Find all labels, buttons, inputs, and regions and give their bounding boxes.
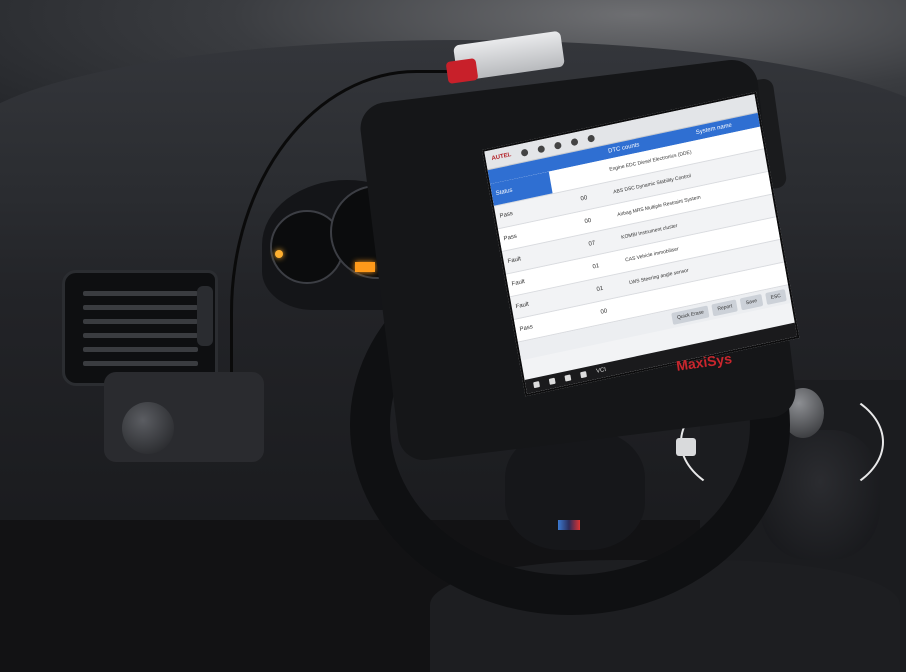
camera-icon[interactable]: [564, 374, 572, 382]
brand-label: AUTEL: [491, 152, 512, 163]
settings-icon: [553, 140, 562, 150]
warning-light: [275, 250, 283, 258]
vci-red-connector: [445, 58, 479, 84]
row-count: 00: [584, 217, 592, 226]
row-status: Pass: [519, 324, 534, 333]
row-status: Fault: [511, 278, 526, 288]
row-count: 01: [592, 263, 600, 271]
print-icon: [570, 137, 579, 146]
car-interior-photo: AUTEL DTC counts System name Status Engi…: [0, 0, 906, 672]
vent-slat: [83, 305, 198, 310]
back-icon[interactable]: [533, 381, 541, 389]
light-switch-knob: [122, 402, 174, 454]
row-count: 07: [588, 240, 596, 248]
save-icon: [587, 133, 596, 143]
vci-label: VCI: [595, 366, 607, 375]
row-count: 00: [600, 308, 608, 316]
air-vent: [62, 270, 218, 386]
vent-control: [197, 286, 213, 346]
warning-light: [355, 262, 375, 272]
vent-slat: [83, 347, 198, 352]
vent-slat: [83, 291, 198, 296]
steering-hub: [505, 430, 645, 550]
report-button[interactable]: Report: [711, 299, 739, 317]
row-status: Fault: [515, 301, 530, 311]
row-status: Fault: [507, 256, 522, 265]
car-icon: [537, 144, 546, 153]
home-icon[interactable]: [548, 377, 556, 385]
quick-erase-button[interactable]: Quick Erase: [671, 305, 710, 325]
row-count: [551, 170, 610, 182]
row-count: 01: [596, 285, 604, 294]
row-status: Pass: [499, 210, 514, 220]
recents-icon[interactable]: [580, 371, 588, 379]
row-count: 00: [580, 195, 588, 203]
vent-slat: [83, 333, 198, 338]
save-button[interactable]: Save: [740, 294, 764, 311]
esc-button[interactable]: ESC: [764, 288, 787, 306]
home-icon: [520, 148, 529, 157]
row-status: Pass: [503, 233, 518, 243]
m-badge-logo: [558, 520, 580, 530]
vent-slat: [83, 361, 198, 366]
vent-slat: [83, 319, 198, 324]
